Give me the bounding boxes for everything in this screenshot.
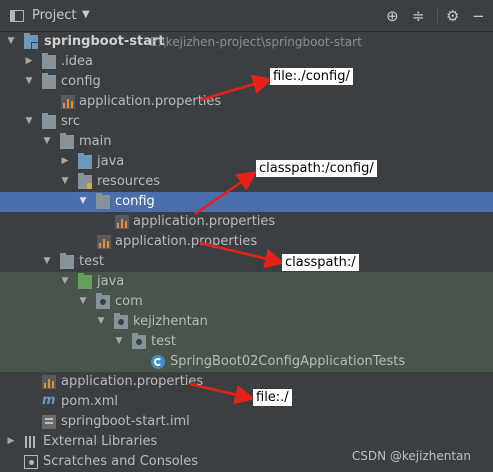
callout-file-root: file:./ [253,389,292,406]
arrow-to-classpath-root [199,241,285,269]
annotation-arrows [189,74,285,405]
arrow-to-file-config [199,74,273,102]
arrow-to-file-root [189,382,255,405]
callout-file-config: file:./config/ [270,68,353,85]
callout-classpath-root: classpath:/ [282,254,359,271]
watermark: CSDN @kejizhentan [351,449,471,463]
callout-classpath-config: classpath:/config/ [256,160,377,177]
arrow-to-classpath-config [194,171,258,216]
